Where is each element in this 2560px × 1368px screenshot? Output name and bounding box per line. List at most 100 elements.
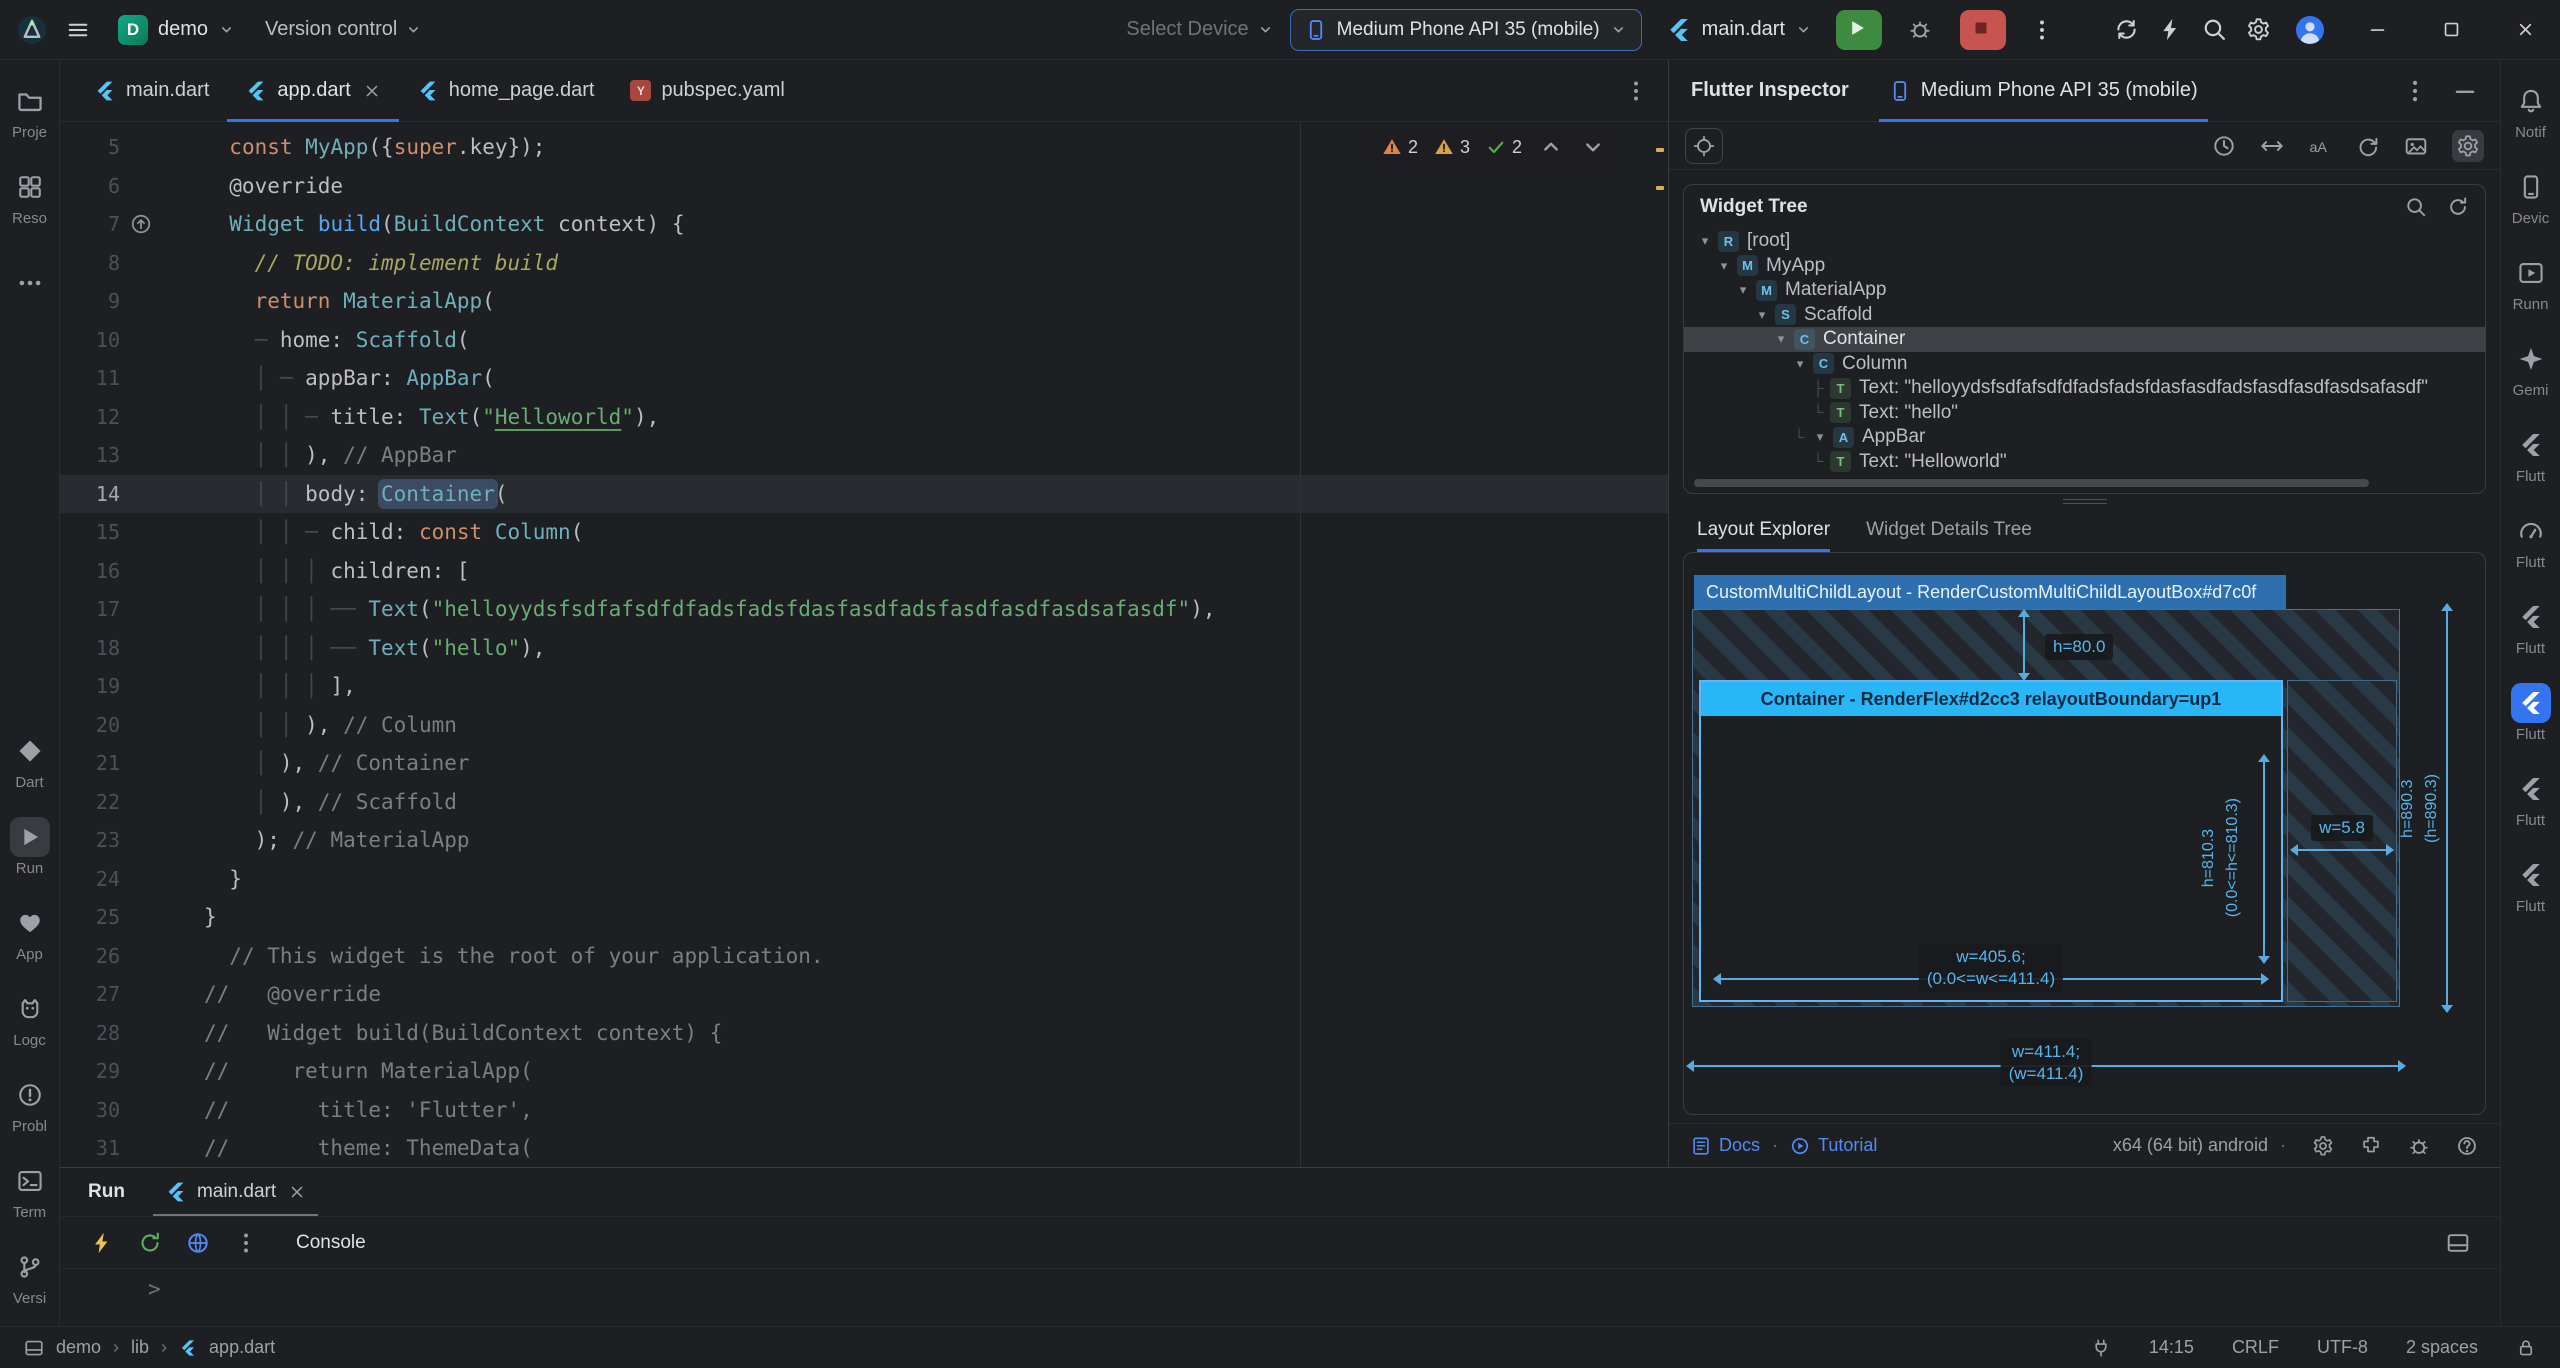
line-number[interactable]: 19 [60, 667, 120, 706]
code-line-24[interactable]: 24 } [60, 860, 1668, 899]
panel-options-icon[interactable] [2402, 78, 2428, 104]
select-device-dropdown[interactable]: Select Device [1126, 18, 1273, 41]
file-encoding[interactable]: UTF-8 [2317, 1337, 2368, 1358]
next-problem-icon[interactable] [1580, 134, 1606, 160]
run-console[interactable]: > [60, 1268, 2500, 1326]
expand-icon[interactable]: ▾ [1751, 307, 1773, 323]
render-object-header[interactable]: CustomMultiChildLayout - RenderCustomMul… [1694, 575, 2286, 609]
line-number[interactable]: 26 [60, 937, 120, 976]
tool-stripe-item-run[interactable]: Run [0, 804, 59, 890]
caret-position[interactable]: 14:15 [2149, 1337, 2194, 1358]
code-line-26[interactable]: 26 // This widget is the root of your ap… [60, 937, 1668, 976]
code-line-9[interactable]: 9 return MaterialApp( [60, 282, 1668, 321]
widget-tree-node-text[interactable]: ├TText: "helloyydsfsdfafsdfdfadsfadsfdas… [1684, 376, 2485, 401]
panel-splitter[interactable] [1669, 494, 2500, 508]
tool-stripe-item-flutter-extra-1[interactable]: Flutt [2501, 756, 2560, 842]
extensions-icon[interactable] [2360, 1135, 2382, 1157]
console-label[interactable]: Console [296, 1232, 366, 1254]
tool-stripe-item-project[interactable]: Proje [0, 68, 59, 154]
rotate-device-icon[interactable] [2356, 134, 2380, 158]
layout-settings-icon[interactable] [2446, 1231, 2470, 1255]
refresh-tree-icon[interactable] [2447, 196, 2469, 218]
layout-outer-box[interactable]: h=80.0 w=5.8 Container - RenderFlex#d2cc… [1692, 609, 2400, 1007]
tool-stripe-item-flutter-performance[interactable]: Flutt [2501, 498, 2560, 584]
line-number[interactable]: 11 [60, 359, 120, 398]
project-selector[interactable]: D demo [108, 10, 245, 50]
line-number[interactable]: 31 [60, 1129, 120, 1167]
line-number[interactable]: 12 [60, 398, 120, 437]
tool-stripe-item-dart-analysis[interactable]: Dart [0, 718, 59, 804]
line-number[interactable]: 29 [60, 1052, 120, 1091]
editor-tab-app.dart[interactable]: app.dart [227, 60, 398, 121]
search-everywhere-icon[interactable] [2194, 10, 2234, 50]
tutorial-link[interactable]: Tutorial [1790, 1135, 1877, 1156]
code-line-12[interactable]: 12 │ │ ─ title: Text("Helloworld"), [60, 398, 1668, 437]
line-number[interactable]: 13 [60, 436, 120, 475]
minimize-window-icon[interactable] [2342, 0, 2412, 60]
code-line-8[interactable]: 8 // TODO: implement build [60, 244, 1668, 283]
widget-tree-node-root[interactable]: ▾R[root] [1684, 229, 2485, 254]
tool-stripe-item-flutter-inspector[interactable]: Flutt [2501, 670, 2560, 756]
code-line-16[interactable]: 16 │ │ │ children: [ [60, 552, 1668, 591]
line-number[interactable]: 20 [60, 706, 120, 745]
fit-width-icon[interactable] [2260, 134, 2284, 158]
breadcrumb-dir[interactable]: lib [131, 1337, 149, 1358]
tool-stripe-item-flutter-coverage[interactable]: Flutt [2501, 584, 2560, 670]
close-window-icon[interactable] [2490, 0, 2560, 60]
run-configuration-selector[interactable]: main.dart [1658, 11, 1820, 49]
line-number[interactable]: 23 [60, 821, 120, 860]
performance-overlay-icon[interactable] [2212, 134, 2236, 158]
code-line-23[interactable]: 23 ); // MaterialApp [60, 821, 1668, 860]
warning-mark[interactable] [1656, 186, 1664, 190]
layout-explorer-canvas[interactable]: CustomMultiChildLayout - RenderCustomMul… [1683, 552, 2486, 1115]
more-run-options-icon[interactable] [234, 1231, 258, 1255]
widget-tree-node-text[interactable]: └TText: "Helloworld" [1684, 450, 2485, 475]
editor-tab-pubspec.yaml[interactable]: Ypubspec.yaml [612, 60, 802, 121]
line-number[interactable]: 5 [60, 128, 120, 167]
expand-icon[interactable]: ▾ [1770, 331, 1792, 347]
hot-reload-icon[interactable] [90, 1231, 114, 1255]
tab-widget-details-tree[interactable]: Widget Details Tree [1866, 508, 2032, 552]
project-window-icon[interactable] [24, 1338, 44, 1358]
code-line-25[interactable]: 25} [60, 898, 1668, 937]
code-line-21[interactable]: 21 │ ), // Container [60, 744, 1668, 783]
breadcrumb-project[interactable]: demo [56, 1337, 101, 1358]
main-menu-icon[interactable] [58, 10, 98, 50]
code-line-20[interactable]: 20 │ │ ), // Column [60, 706, 1668, 745]
widget-tree-node-myapp[interactable]: ▾MMyApp [1684, 254, 2485, 279]
tool-stripe-item-terminal[interactable]: Term [0, 1148, 59, 1234]
report-bug-icon[interactable] [2408, 1135, 2430, 1157]
widget-tree-node-column[interactable]: ▾CColumn [1684, 352, 2485, 377]
widget-tree-node-container[interactable]: ▾CContainer [1684, 327, 2485, 352]
code-line-19[interactable]: 19 │ │ │ ], [60, 667, 1668, 706]
device-settings-icon[interactable] [2452, 130, 2484, 162]
close-run-tab-icon[interactable] [288, 1183, 306, 1201]
inspection-widget[interactable]: 2 3 2 [1372, 130, 1616, 164]
tool-stripe-item-logcat[interactable]: Logc [0, 976, 59, 1062]
screenshot-icon[interactable] [2404, 134, 2428, 158]
run-button[interactable] [1836, 10, 1882, 50]
code-line-27[interactable]: 27// @override [60, 975, 1668, 1014]
run-tab-main-dart[interactable]: main.dart [153, 1168, 318, 1216]
code-line-7[interactable]: 7 Widget build(BuildContext context) { [60, 205, 1668, 244]
tab-layout-explorer[interactable]: Layout Explorer [1697, 508, 1830, 552]
line-number[interactable]: 22 [60, 783, 120, 822]
expand-icon[interactable]: ▾ [1809, 429, 1831, 445]
expand-icon[interactable]: ▾ [1713, 258, 1735, 274]
line-number[interactable]: 30 [60, 1091, 120, 1130]
tree-horizontal-scrollbar[interactable] [1692, 477, 2477, 489]
devtools-settings-icon[interactable] [2312, 1135, 2334, 1157]
text-scale-icon[interactable]: aA [2308, 134, 2332, 158]
line-number[interactable]: 8 [60, 244, 120, 283]
tool-stripe-item-gemini[interactable]: Gemi [2501, 326, 2560, 412]
line-number[interactable]: 7 [60, 205, 120, 244]
container-render-header[interactable]: Container - RenderFlex#d2cc3 relayoutBou… [1701, 682, 2281, 716]
tool-stripe-item-more-tools[interactable] [0, 240, 59, 326]
code-line-15[interactable]: 15 │ │ ─ child: const Column( [60, 513, 1668, 552]
line-number[interactable]: 28 [60, 1014, 120, 1053]
settings-icon[interactable] [2238, 10, 2278, 50]
widget-tree-node-appbar[interactable]: └▾AAppBar [1684, 425, 2485, 450]
override-gutter-icon[interactable] [120, 205, 204, 244]
power-save-icon[interactable] [2091, 1338, 2111, 1358]
code-line-28[interactable]: 28// Widget build(BuildContext context) … [60, 1014, 1668, 1053]
